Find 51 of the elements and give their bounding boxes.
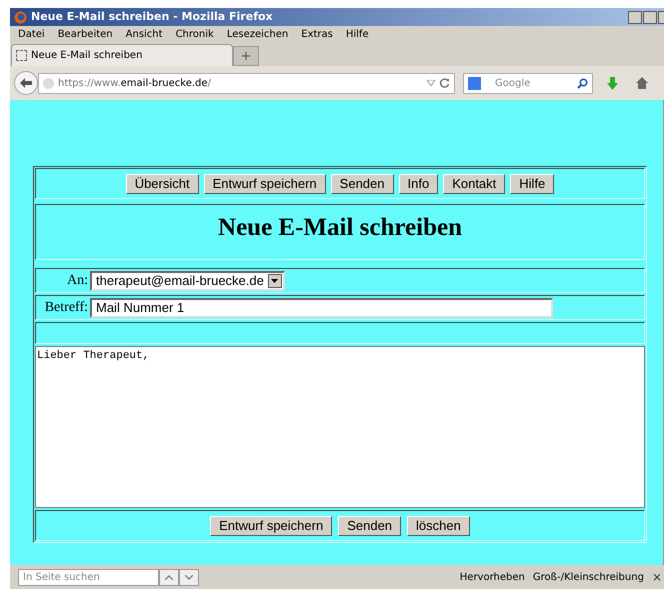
subject-field[interactable]: Mail Nummer 1: [90, 298, 553, 318]
browser-tab[interactable]: Neue E-Mail schreiben: [11, 44, 233, 66]
menu-item[interactable]: Chronik: [176, 26, 214, 42]
browser-logo-icon: [14, 10, 27, 24]
nav-button[interactable]: Senden: [330, 174, 394, 194]
menu-item[interactable]: Hilfe: [346, 26, 369, 42]
menu-item[interactable]: Lesezeichen: [226, 26, 288, 42]
form-button[interactable]: löschen: [407, 516, 470, 536]
address-bar[interactable]: https://www.email-bruecke.de/: [38, 72, 455, 94]
field-label: An:: [66, 272, 88, 290]
search-icon[interactable]: [577, 78, 588, 88]
globe-icon: [43, 78, 54, 88]
match-case-option[interactable]: Groß-/Kleinschreibung: [532, 570, 644, 584]
menu-item[interactable]: Datei: [18, 26, 45, 42]
back-arrow-icon: [20, 78, 32, 88]
menu-item[interactable]: Extras: [301, 26, 333, 42]
back-button[interactable]: [14, 71, 38, 95]
window-title: Neue E-Mail schreiben - Mozilla Firefox: [31, 8, 273, 25]
message-body-field[interactable]: Lieber Therapeut,: [35, 346, 645, 508]
search-placeholder: Google: [495, 76, 530, 90]
chevron-up-icon: [165, 574, 173, 580]
url-text: https://www.email-bruecke.de/: [58, 76, 211, 90]
field-label: Betreff:: [44, 299, 88, 317]
nav-button[interactable]: Info: [398, 174, 438, 194]
nav-button[interactable]: Entwurf speichern: [204, 174, 326, 194]
menu-item[interactable]: Ansicht: [126, 26, 163, 42]
close-button[interactable]: [658, 10, 664, 24]
search-bar[interactable]: Google: [463, 72, 593, 94]
highlight-option[interactable]: Hervorheben: [460, 570, 525, 584]
find-previous-button[interactable]: [159, 568, 179, 586]
menu-item[interactable]: Bearbeiten: [58, 26, 113, 42]
form-button[interactable]: Entwurf speichern: [210, 516, 332, 536]
tab-label: Neue E-Mail schreiben: [31, 49, 142, 63]
nav-button[interactable]: Hilfe: [510, 174, 554, 194]
dropdown-icon[interactable]: [427, 80, 435, 86]
page-icon: [16, 50, 27, 61]
reload-icon[interactable]: [439, 78, 450, 88]
chevron-down-icon: [185, 574, 193, 580]
home-icon[interactable]: [636, 77, 648, 89]
form-button[interactable]: Senden: [338, 516, 402, 536]
maximize-button[interactable]: [643, 10, 657, 24]
nav-button[interactable]: Übersicht: [126, 174, 199, 194]
find-field[interactable]: In Seite suchen: [18, 568, 159, 586]
recipient-select[interactable]: therapeut@email-bruecke.de: [90, 270, 285, 290]
close-find-button[interactable]: ×: [652, 568, 662, 586]
search-engine-icon: [468, 76, 481, 90]
find-next-button[interactable]: [179, 568, 199, 586]
page-heading: Neue E-Mail schreiben: [218, 213, 462, 243]
minimize-button[interactable]: [628, 10, 642, 24]
nav-button[interactable]: Kontakt: [443, 174, 506, 194]
new-tab-button[interactable]: +: [233, 46, 259, 66]
